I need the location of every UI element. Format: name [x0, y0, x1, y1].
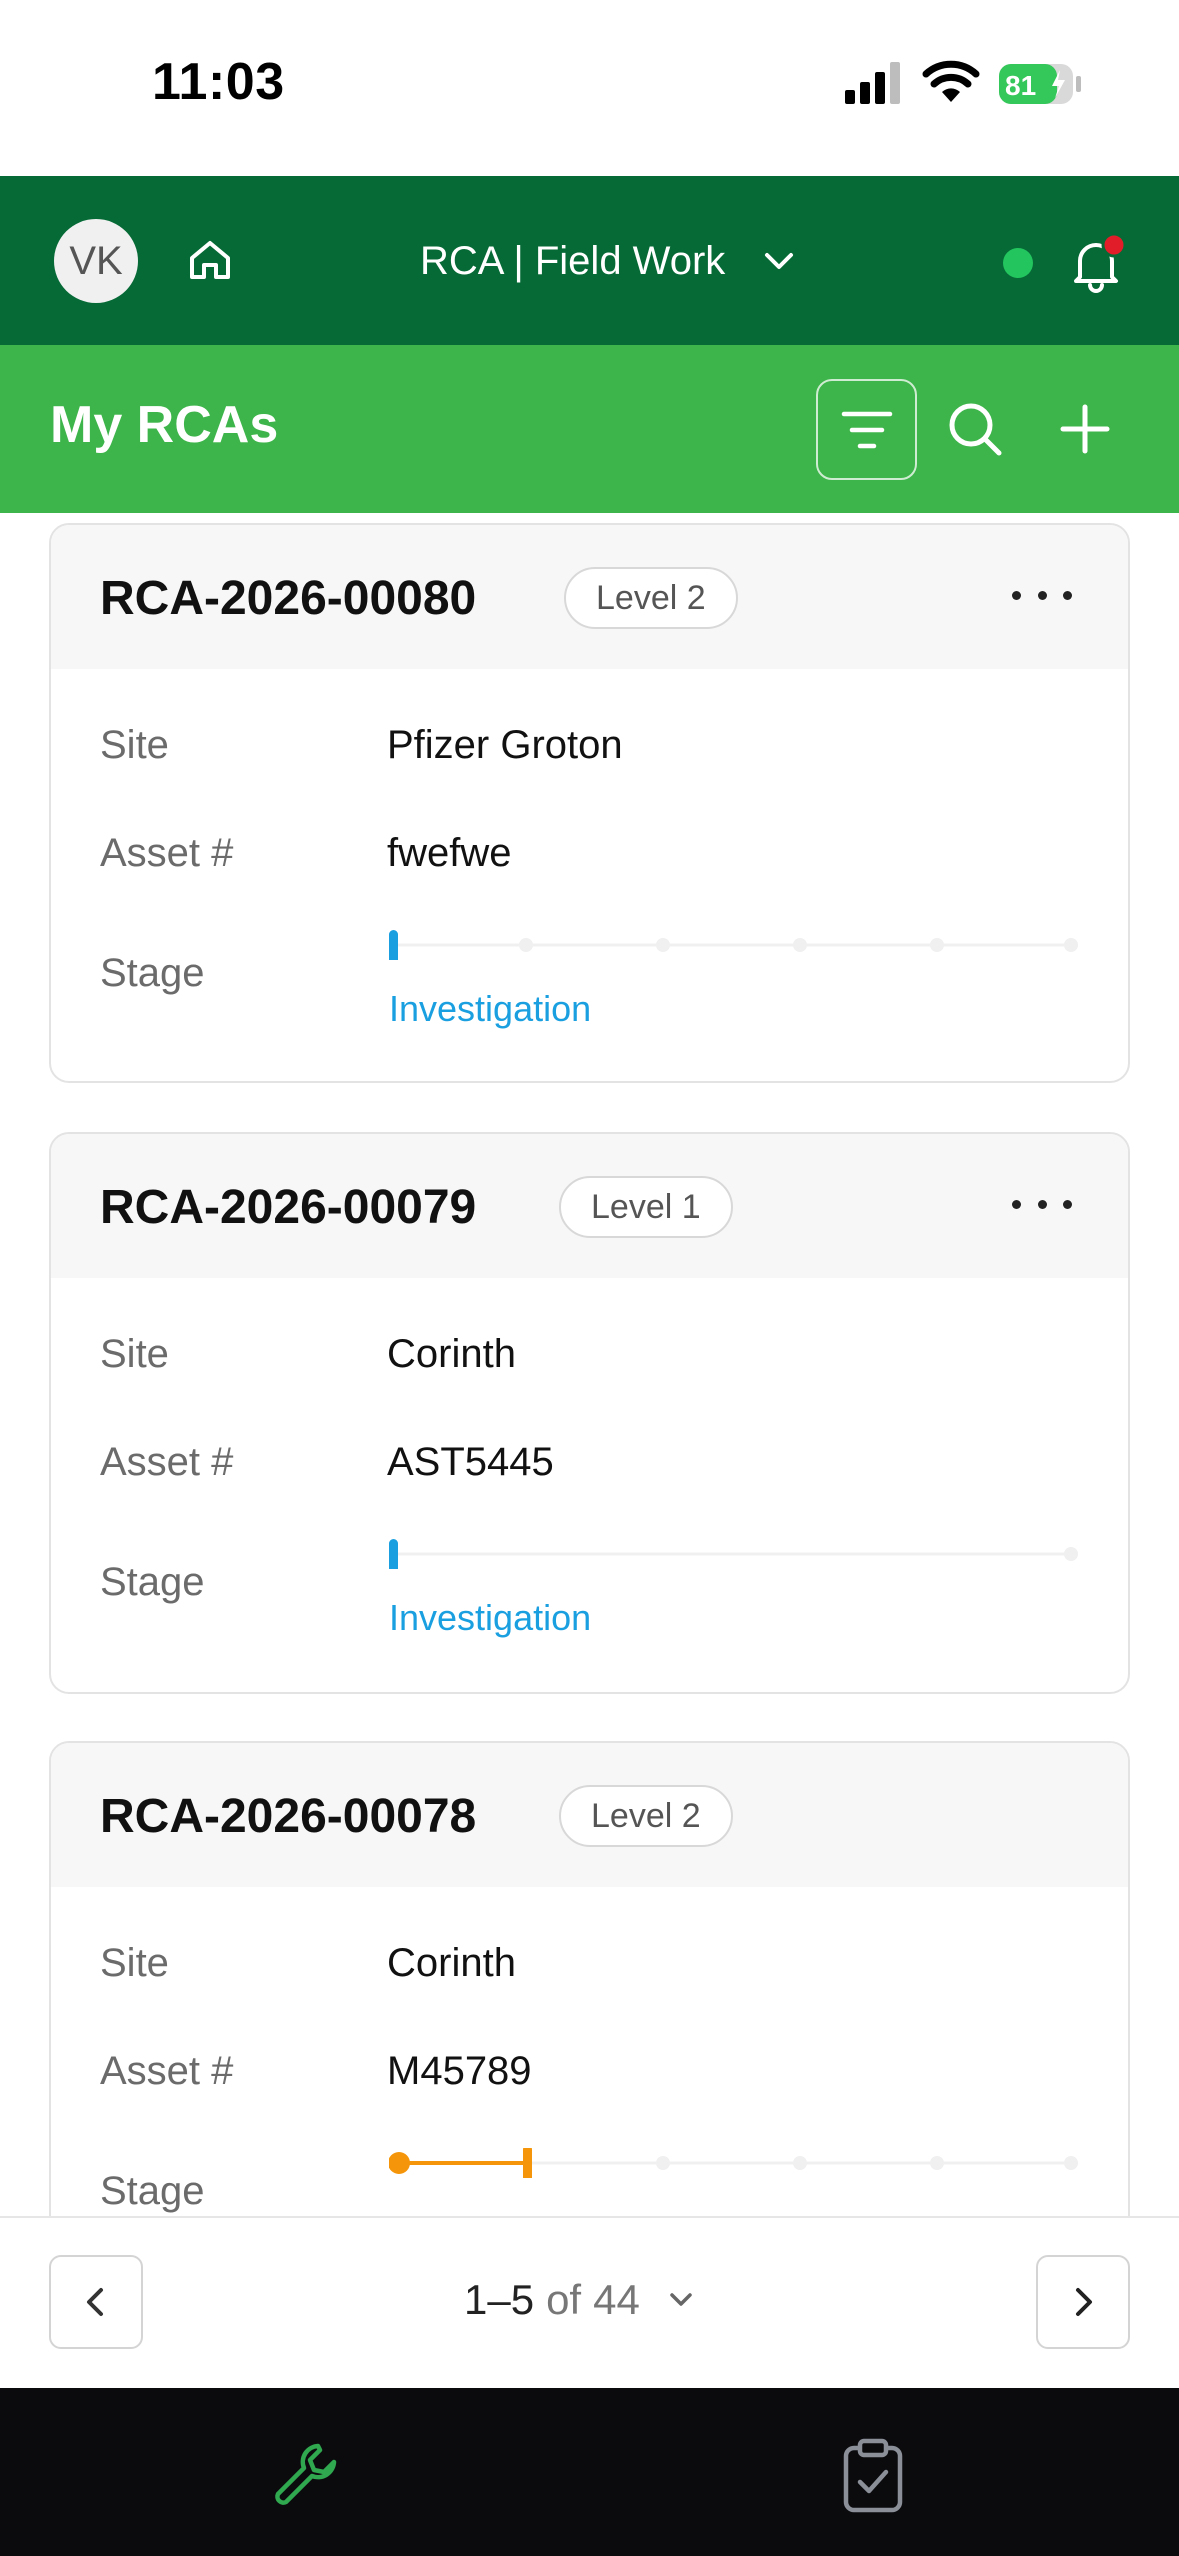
stage-label: Stage — [100, 1560, 205, 1604]
filter-icon — [841, 411, 892, 448]
page-range: 1–5 — [464, 2276, 535, 2323]
app-top-bar: VK RCA | Field Work — [0, 176, 1179, 345]
site-value: Pfizer Groton — [387, 723, 623, 767]
search-icon[interactable] — [945, 399, 1005, 459]
plus-icon[interactable] — [1055, 399, 1115, 459]
more-options-button[interactable] — [1012, 1184, 1072, 1224]
rca-id[interactable]: RCA-2026-00080 — [100, 571, 476, 626]
more-options-button[interactable] — [1012, 575, 1072, 615]
bottom-navigation — [0, 2388, 1179, 2556]
level-badge: Level 2 — [564, 567, 738, 629]
page-title: My RCAs — [50, 396, 279, 454]
rca-card[interactable]: RCA-2026-00080 Level 2 Site Pfizer Groto… — [49, 523, 1130, 1083]
stage-label: Stage — [100, 951, 205, 995]
next-page-button[interactable] — [1036, 2255, 1130, 2349]
page-selector[interactable]: 1–5 of 44 — [464, 2276, 696, 2324]
filter-button[interactable] — [816, 379, 917, 480]
stage-progress-track — [389, 1539, 1078, 1569]
rca-card[interactable]: RCA-2026-00079 Level 1 Site Corinth Asse… — [49, 1132, 1130, 1694]
site-label: Site — [100, 723, 169, 767]
level-badge: Level 1 — [559, 1176, 733, 1238]
chevron-left-icon — [87, 2288, 103, 2316]
cellular-signal-icon — [845, 62, 900, 104]
previous-page-button[interactable] — [49, 2255, 143, 2349]
status-bar: 11:03 81 — [0, 0, 1179, 176]
avatar[interactable]: VK — [54, 219, 138, 303]
rca-card[interactable]: RCA-2026-00078 Level 2 Site Corinth Asse… — [49, 1741, 1130, 2216]
card-header: RCA-2026-00078 Level 2 — [51, 1743, 1128, 1887]
clipboard-check-icon[interactable] — [840, 2438, 906, 2514]
card-header: RCA-2026-00079 Level 1 — [51, 1134, 1128, 1278]
asset-value: fwefwe — [387, 831, 512, 875]
page-total: 44 — [593, 2276, 640, 2323]
battery-icon: 81 — [999, 64, 1081, 104]
chevron-down-icon — [765, 253, 794, 269]
asset-label: Asset # — [100, 2049, 234, 2093]
site-label: Site — [100, 1332, 169, 1376]
notification-badge — [1101, 232, 1126, 258]
pagination-bar: 1–5 of 44 — [0, 2216, 1179, 2388]
asset-label: Asset # — [100, 831, 234, 875]
online-status-indicator — [1003, 248, 1033, 278]
app-name: RCA | Field Work — [420, 238, 726, 283]
rca-list[interactable]: RCA-2026-00080 Level 2 Site Pfizer Groto… — [0, 513, 1179, 2216]
bell-icon[interactable] — [1066, 231, 1126, 295]
stage-name: Investigation — [389, 988, 592, 1029]
home-icon[interactable] — [186, 236, 234, 284]
status-time: 11:03 — [152, 53, 285, 111]
site-label: Site — [100, 1941, 169, 1985]
chevron-down-icon — [670, 2293, 692, 2306]
site-value: Corinth — [387, 1332, 516, 1376]
stage-name: Investigation — [389, 1597, 592, 1638]
wifi-icon — [922, 60, 980, 102]
page-of: of — [546, 2276, 582, 2323]
asset-value: M45789 — [387, 2049, 532, 2093]
chevron-right-icon — [1076, 2288, 1092, 2316]
asset-label: Asset # — [100, 1440, 234, 1484]
level-badge: Level 2 — [559, 1785, 733, 1847]
stage-label: Stage — [100, 2169, 205, 2213]
stage-progress-track — [389, 2148, 1078, 2178]
stage-progress-track — [389, 930, 1078, 960]
page-header: My RCAs — [0, 345, 1179, 513]
rca-id[interactable]: RCA-2026-00078 — [100, 1789, 476, 1844]
card-header: RCA-2026-00080 Level 2 — [51, 525, 1128, 669]
battery-level: 81 — [1005, 70, 1036, 101]
app-switcher[interactable]: RCA | Field Work — [420, 226, 797, 296]
site-value: Corinth — [387, 1941, 516, 1985]
rca-id[interactable]: RCA-2026-00079 — [100, 1180, 476, 1235]
asset-value: AST5445 — [387, 1440, 554, 1484]
wrench-icon[interactable] — [270, 2440, 340, 2510]
